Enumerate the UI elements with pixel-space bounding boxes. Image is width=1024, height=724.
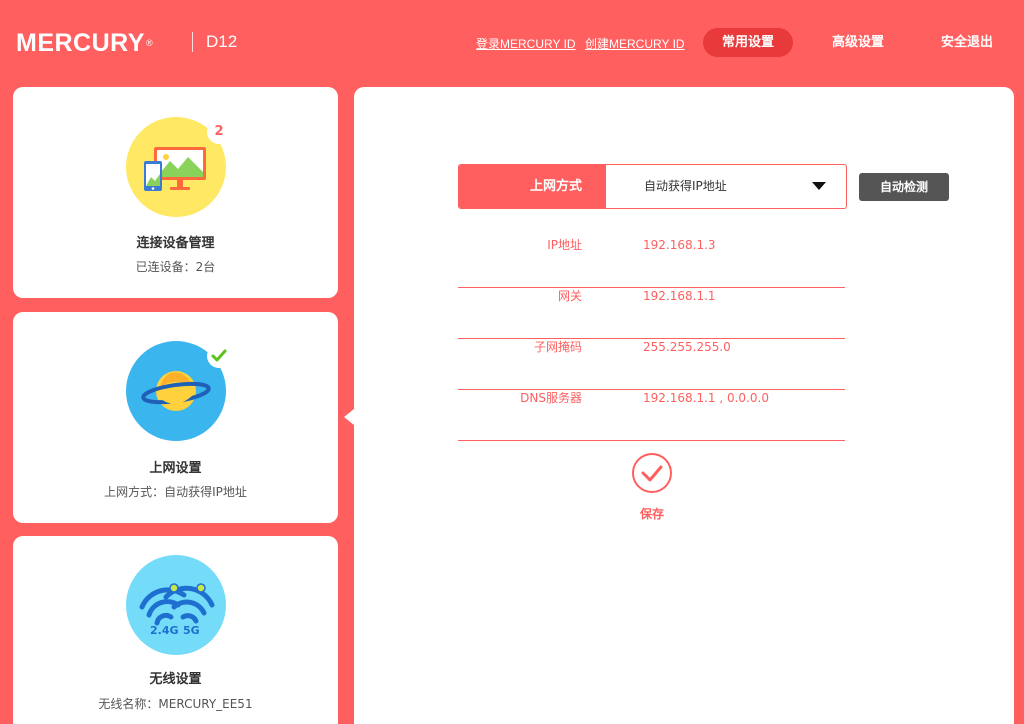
- dns-server-value: 192.168.1.1 , 0.0.0.0: [643, 391, 769, 405]
- subnet-mask-label: 子网掩码: [533, 340, 582, 354]
- ip-address-label: IP地址: [547, 238, 582, 252]
- status-check-badge: [207, 344, 231, 368]
- wifi-band-24g: 2.4G: [150, 624, 179, 637]
- create-mercury-id-link[interactable]: 创建MERCURY ID: [585, 36, 685, 52]
- wifi-band-5g: 5G: [183, 624, 200, 637]
- top-header: MERCURY® D12 登录MERCURY ID 创建MERCURY ID 常…: [0, 0, 1024, 86]
- info-row-subnet: 子网掩码 255.255.255.0: [458, 339, 845, 390]
- card-internet-settings[interactable]: 上网设置 上网方式：自动获得IP地址: [13, 312, 338, 523]
- card-title-internet-settings: 上网设置: [149, 461, 202, 476]
- nav-advanced-settings[interactable]: 高级设置: [813, 28, 903, 57]
- card-subtitle-connected-devices: 已连设备：2台: [135, 260, 216, 274]
- check-icon: [641, 465, 663, 482]
- nav-common-settings[interactable]: 常用设置: [703, 28, 793, 57]
- gateway-label: 网关: [557, 289, 582, 303]
- gateway-value: 192.168.1.1: [643, 289, 716, 303]
- chevron-down-icon[interactable]: [812, 182, 826, 190]
- info-row-gateway: 网关 192.168.1.1: [458, 288, 845, 339]
- connection-type-value[interactable]: 自动获得IP地址: [606, 165, 846, 208]
- subnet-mask-value: 255.255.255.0: [643, 340, 731, 354]
- connection-type-label: 上网方式: [459, 165, 606, 208]
- card-title-device-management: 连接设备管理: [136, 236, 215, 251]
- ip-address-value: 192.168.1.3: [643, 238, 716, 252]
- save-button[interactable]: [632, 453, 672, 493]
- dns-server-label: DNS服务器: [520, 391, 582, 405]
- save-label[interactable]: 保存: [622, 506, 682, 522]
- mercury-logo: MERCURY®: [16, 29, 154, 57]
- auto-detect-button[interactable]: 自动检测: [859, 173, 949, 201]
- card-title-wireless-settings: 无线设置: [149, 672, 202, 687]
- card-wireless-settings[interactable]: 2.4G 5G 无线设置 无线名称：MERCURY_EE51: [13, 536, 338, 724]
- wifi-icon: [126, 555, 226, 655]
- card-subtitle-wireless-name: 无线名称：MERCURY_EE51: [98, 697, 253, 711]
- login-mercury-id-link[interactable]: 登录MERCURY ID: [476, 36, 576, 52]
- card-subtitle-connection-type: 上网方式：自动获得IP地址: [104, 485, 247, 499]
- info-row-dns: DNS服务器 192.168.1.1 , 0.0.0.0: [458, 390, 845, 441]
- device-count-badge: 2: [207, 120, 231, 144]
- connection-type-select[interactable]: 上网方式 自动获得IP地址: [458, 164, 847, 209]
- model-name: D12: [206, 32, 238, 51]
- logo-divider: [192, 32, 193, 52]
- check-icon: [211, 349, 227, 362]
- info-row-ip: IP地址 192.168.1.3: [458, 237, 845, 288]
- card-device-management[interactable]: 2 连接设备管理 已连设备：2台: [13, 87, 338, 298]
- internet-settings-panel: 上网方式 自动获得IP地址 自动检测 IP地址 192.168.1.3 网关 1…: [354, 87, 1014, 724]
- selected-card-pointer: [344, 409, 354, 425]
- nav-logout[interactable]: 安全退出: [922, 28, 1012, 57]
